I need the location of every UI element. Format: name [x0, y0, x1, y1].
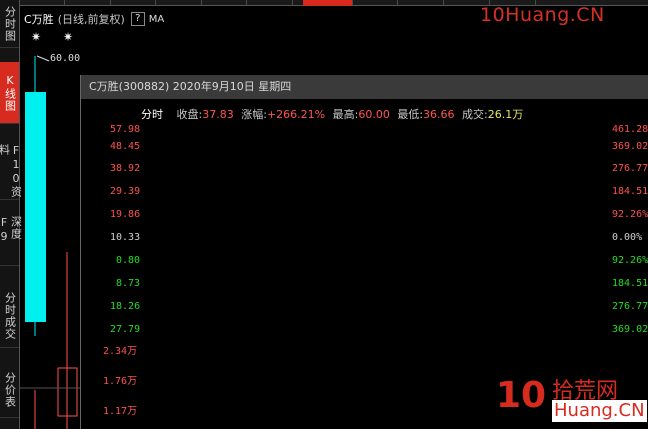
popup-title[interactable]: C万胜(300882) 2020年9月10日 星期四 [81, 75, 648, 99]
tab-fenshi[interactable]: 分时 [141, 108, 163, 121]
percent-axis-label: 184.51 [612, 186, 648, 197]
logo-domain: Huang.CN [552, 400, 647, 422]
change-value: +266.21% [266, 108, 326, 121]
volume-label: 成交: [462, 108, 488, 121]
price-axis-label: 29.39 [110, 186, 141, 197]
volume-axis-label: 1.76万 [103, 376, 138, 387]
price-axis-label: 8.73 [116, 278, 141, 289]
high-arrow-icon [36, 55, 50, 62]
percent-axis-label: 461.28 [612, 124, 648, 135]
high-price-label: 60.00 [50, 53, 81, 64]
volume-axis-label: 1.17万 [103, 406, 138, 417]
high-value: 60.00 [358, 108, 390, 121]
low-value: 36.66 [423, 108, 455, 121]
volume-axis-label: 2.34万 [103, 346, 138, 357]
percent-axis-label: 92.26% [612, 255, 648, 266]
price-axis-label: 18.26 [110, 301, 141, 312]
price-axis-label: 48.45 [110, 141, 141, 152]
percent-axis-label: 0.00% [612, 232, 643, 243]
price-axis-label: 27.79 [110, 324, 141, 335]
volume-value: 26.1万 [487, 108, 524, 121]
price-axis-label: 19.86 [110, 209, 141, 220]
percent-axis-label: 184.51 [612, 278, 648, 289]
percent-axis-label: 369.02 [612, 324, 648, 335]
low-label: 最低: [397, 108, 424, 121]
price-axis-label: 0.80 [116, 255, 141, 266]
change-label: 涨幅: [241, 108, 267, 121]
close-value: 37.83 [202, 108, 234, 121]
percent-axis-label: 369.02 [612, 141, 648, 152]
percent-axis-label: 276.77 [612, 163, 648, 174]
kline-candle-body[interactable] [25, 92, 46, 322]
close-label: 收盘: [176, 108, 203, 121]
percent-axis-label: 276.77 [612, 301, 648, 312]
price-axis-label: 10.33 [110, 232, 141, 243]
price-axis-label: 38.92 [110, 163, 141, 174]
price-axis-label: 57.98 [110, 124, 141, 135]
popup-info-bar: 分时 收盘:37.83 涨幅:+266.21% 最高:60.00 最低:36.6… [141, 106, 523, 122]
high-label: 最高: [332, 108, 359, 121]
logo-digits: 10 [496, 375, 547, 416]
percent-axis-label: 92.26% [612, 209, 648, 220]
